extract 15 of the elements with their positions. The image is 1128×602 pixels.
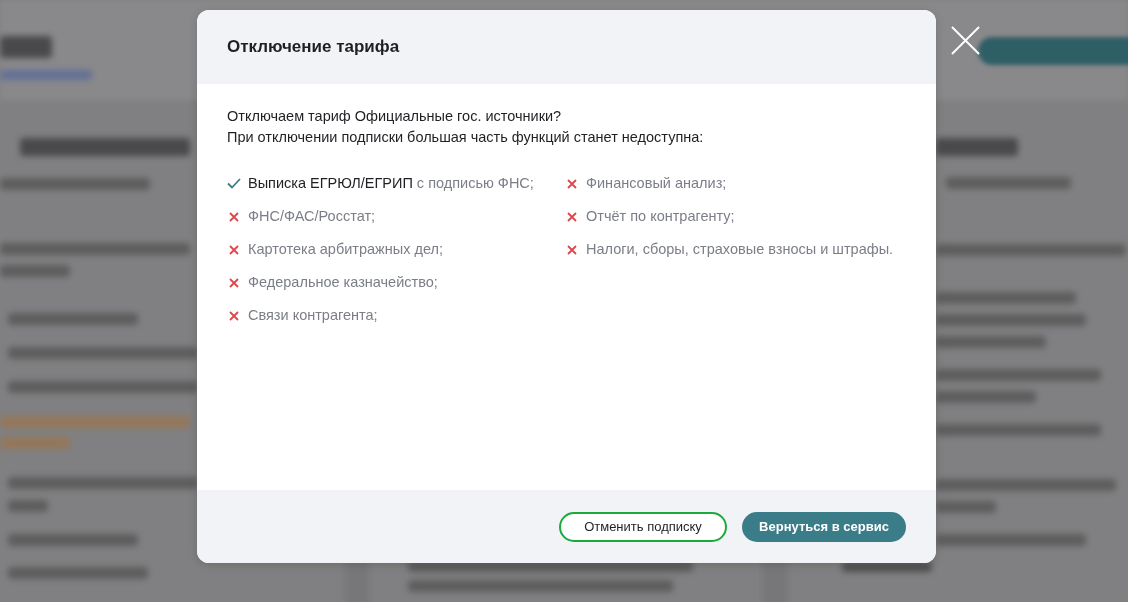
dialog-title: Отключение тарифа <box>227 37 400 57</box>
return-button[interactable]: Вернуться в сервис <box>742 511 906 542</box>
feature-text: Налоги, сборы, страховые взносы и штрафы. <box>586 240 894 259</box>
warning-text: При отключении подписки большая часть функций станет недоступна: <box>227 128 705 147</box>
feature-text: Финансовый анализ; <box>586 174 727 193</box>
feature-text: Федеральное казначейство; <box>248 273 438 292</box>
feature-text: Картотека арбитражных дел; <box>248 240 444 259</box>
close-icon <box>951 26 980 55</box>
close-button[interactable] <box>951 26 980 55</box>
cancel-subscription-button[interactable]: Отменить подписку <box>559 511 727 542</box>
question-text: Отключаем тариф Официальные гос. источники? <box>227 107 563 126</box>
feature-text: Связи контрагента; <box>248 306 378 325</box>
feature-text: Отчёт по контрагенту; <box>586 207 735 226</box>
feature-text: ФНС/ФАС/Росстат; <box>248 207 376 226</box>
feature-text: Выписка ЕГРЮЛ/ЕГРИП с подписью ФНС; <box>248 174 534 193</box>
